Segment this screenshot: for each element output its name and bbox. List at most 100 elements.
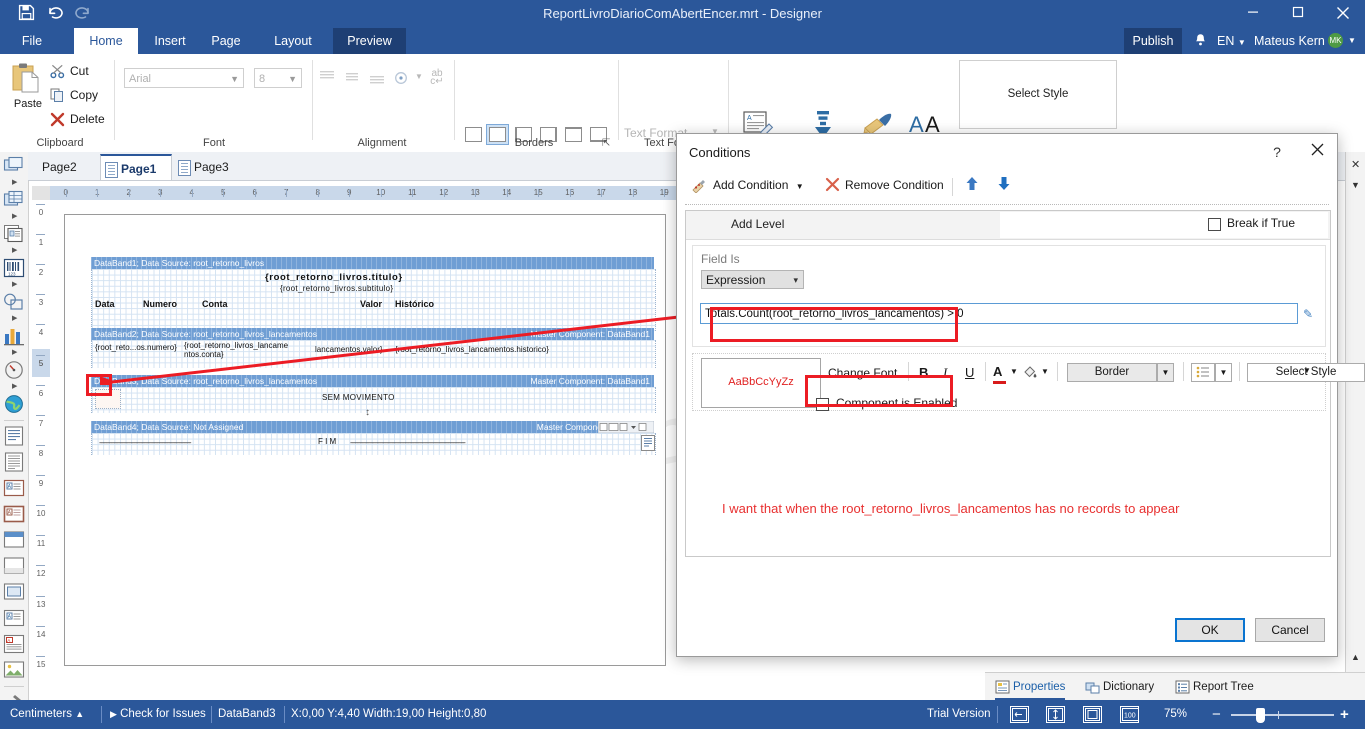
cancel-button[interactable]: Cancel xyxy=(1255,618,1325,642)
add-condition-button[interactable]: Add Condition ▼ xyxy=(691,176,804,194)
move-up-button[interactable] xyxy=(963,176,981,194)
field-conta-line2[interactable]: ntos.conta} xyxy=(184,350,224,359)
ok-button[interactable]: OK xyxy=(1175,618,1245,642)
view-mode-fit-icon[interactable] xyxy=(1046,706,1065,723)
avatar[interactable]: MK xyxy=(1328,33,1343,48)
border-dropdown-caret[interactable]: ▼ xyxy=(1157,363,1174,382)
add-level-label[interactable]: Add Level xyxy=(731,217,784,231)
zoom-100-icon[interactable]: 100 xyxy=(1120,706,1139,723)
view-mode-single-icon[interactable] xyxy=(1083,706,1102,723)
minimize-button[interactable] xyxy=(1230,0,1275,28)
toolbox-panel-bottom-icon[interactable] xyxy=(3,556,25,578)
ribbon-tab-preview[interactable]: Preview xyxy=(333,28,406,54)
field-valor[interactable]: lancamentos.valor} xyxy=(315,345,383,354)
databand4-header[interactable]: DataBand4; Data Source: Not Assigned Mas… xyxy=(91,421,654,433)
user-menu-caret[interactable]: ▼ xyxy=(1348,28,1356,54)
chevron-down-icon[interactable]: ▼ xyxy=(796,182,804,191)
close-icon[interactable] xyxy=(1307,142,1327,162)
align-top-icon[interactable] xyxy=(318,70,336,87)
band-resize-handle[interactable]: ↕ xyxy=(365,407,370,418)
field-is-select[interactable]: Expression ▾ xyxy=(701,270,804,289)
remove-condition-button[interactable]: Remove Condition xyxy=(825,176,944,194)
check-for-issues-button[interactable]: ▶ Check for Issues xyxy=(110,700,206,729)
toolbox-image-text2-icon[interactable]: A xyxy=(3,504,25,526)
copy-button[interactable]: Copy xyxy=(50,86,120,106)
chevron-down-icon[interactable]: ▼ xyxy=(1010,367,1018,376)
databand1-header[interactable]: DataBand1; Data Source: root_retorno_liv… xyxy=(91,257,654,269)
paste-button[interactable]: Paste xyxy=(8,60,46,132)
toolbox-richtext-icon[interactable] xyxy=(3,452,25,474)
toolbox-text-icon[interactable] xyxy=(3,426,25,448)
toolbox-styled-text-icon[interactable]: A xyxy=(3,634,25,656)
border-dropdown-button[interactable]: Border xyxy=(1067,363,1157,382)
field-conta-line1[interactable]: {root_retorno_livros_lancame xyxy=(184,341,288,350)
select-style-gallery[interactable]: Select Style xyxy=(959,60,1117,129)
highlight-color-button[interactable] xyxy=(1023,364,1038,383)
toolbox-map-icon[interactable] xyxy=(3,394,25,416)
bottom-tab-dictionary[interactable]: Dictionary xyxy=(1085,676,1154,698)
databand2-header[interactable]: DataBand2; Data Source: root_retorno_liv… xyxy=(91,328,654,340)
ribbon-tab-insert[interactable]: Insert xyxy=(143,28,197,54)
toolbox-bands-icon[interactable] xyxy=(3,156,25,178)
toolbox-components-icon[interactable] xyxy=(3,224,25,246)
field-historico[interactable]: {root_retorno_livros_lancamentos.histori… xyxy=(395,345,549,354)
vertical-ruler[interactable]: 0 1 2 3 4 5 6 7 8 9 10 11 12 13 14 15 5 xyxy=(32,200,50,700)
toolbox-bands-expand-icon[interactable]: ▶ xyxy=(12,179,20,187)
right-dock-scroll-up-icon[interactable]: ▲ xyxy=(1351,652,1360,662)
list-style-caret[interactable]: ▼ xyxy=(1215,363,1232,382)
bottom-tab-report-tree[interactable]: Report Tree xyxy=(1175,676,1254,698)
conditions-panel[interactable]: Add Level Break if True Field Is Express… xyxy=(685,210,1365,557)
break-if-true-checkbox[interactable] xyxy=(1208,218,1221,231)
zoom-slider-track[interactable] xyxy=(1231,714,1334,716)
toolbox-gauge-expand-icon[interactable]: ▶ xyxy=(12,383,20,391)
maximize-button[interactable] xyxy=(1275,0,1320,28)
bottom-tab-properties[interactable]: Properties xyxy=(995,676,1066,700)
report-page[interactable]: DataBand1; Data Source: root_retorno_liv… xyxy=(64,214,666,666)
help-icon[interactable]: ? xyxy=(1267,142,1287,162)
font-family-combo[interactable]: Arial ▼ xyxy=(124,68,244,88)
zoom-slider-thumb[interactable] xyxy=(1256,708,1265,723)
delete-button[interactable]: Delete xyxy=(50,110,120,130)
toolbox-crossbands-icon[interactable] xyxy=(3,190,25,212)
underline-button[interactable]: U xyxy=(965,365,974,380)
horizontal-ruler[interactable]: 012345678910111213141516171819 xyxy=(50,186,680,200)
report-title-field[interactable]: {root_retorno_livros.titulo} xyxy=(265,272,403,283)
toolbox-image-text-icon[interactable]: A xyxy=(3,478,25,500)
wrap-text-icon[interactable]: ab c↵ xyxy=(428,69,446,87)
toolbox-field-icon[interactable]: A xyxy=(3,608,25,630)
fim-label[interactable]: F I M xyxy=(318,437,336,446)
column-header-conta[interactable]: Conta xyxy=(202,299,228,309)
borders-dialog-launcher-icon[interactable]: ⇱ xyxy=(602,138,610,149)
publish-button[interactable]: Publish xyxy=(1124,28,1182,54)
language-selector[interactable]: EN ▼ xyxy=(1217,28,1246,54)
toolbox-barcode-expand-icon[interactable]: ▶ xyxy=(12,281,20,289)
page-tab-page3[interactable]: Page3 xyxy=(174,154,266,180)
notifications-icon[interactable] xyxy=(1192,28,1208,54)
field-numero[interactable]: {root_reto...os.numero} xyxy=(95,343,177,352)
band-float-toolbar[interactable] xyxy=(597,420,655,434)
band-side-button[interactable] xyxy=(641,435,655,451)
font-size-combo[interactable]: 8 ▼ xyxy=(254,68,302,88)
right-dock-expand-icon[interactable]: ▼ xyxy=(1351,180,1360,190)
align-bottom-icon[interactable] xyxy=(368,70,386,87)
toolbox-gauge-icon[interactable] xyxy=(3,360,25,382)
toolbox-subreport-icon[interactable] xyxy=(3,582,25,604)
view-mode-pages-icon[interactable] xyxy=(1010,706,1029,723)
toolbox-shapes-expand-icon[interactable]: ▶ xyxy=(12,315,20,323)
units-selector[interactable]: Centimeters ▲ xyxy=(10,700,84,729)
move-down-button[interactable] xyxy=(995,176,1013,194)
expression-edit-icon[interactable]: ✎ xyxy=(1303,307,1313,321)
font-color-button[interactable]: A xyxy=(993,364,1006,384)
right-dock-close-icon[interactable]: ✕ xyxy=(1351,158,1360,171)
cut-button[interactable]: Cut xyxy=(50,62,120,82)
align-middle-icon[interactable] xyxy=(343,70,361,87)
column-header-historico[interactable]: Histórico xyxy=(395,299,434,309)
close-button[interactable] xyxy=(1320,0,1365,28)
chevron-down-icon[interactable]: ▼ xyxy=(1041,367,1049,376)
toolbox-panel-top-icon[interactable] xyxy=(3,530,25,552)
databand3-header[interactable]: DataBand3; Data Source: root_retorno_liv… xyxy=(91,375,654,387)
ribbon-tab-home[interactable]: Home xyxy=(74,28,138,54)
ribbon-tab-layout[interactable]: Layout xyxy=(262,28,324,54)
page-tab-page1[interactable]: Page1 xyxy=(100,154,172,180)
list-style-button[interactable] xyxy=(1191,363,1215,382)
